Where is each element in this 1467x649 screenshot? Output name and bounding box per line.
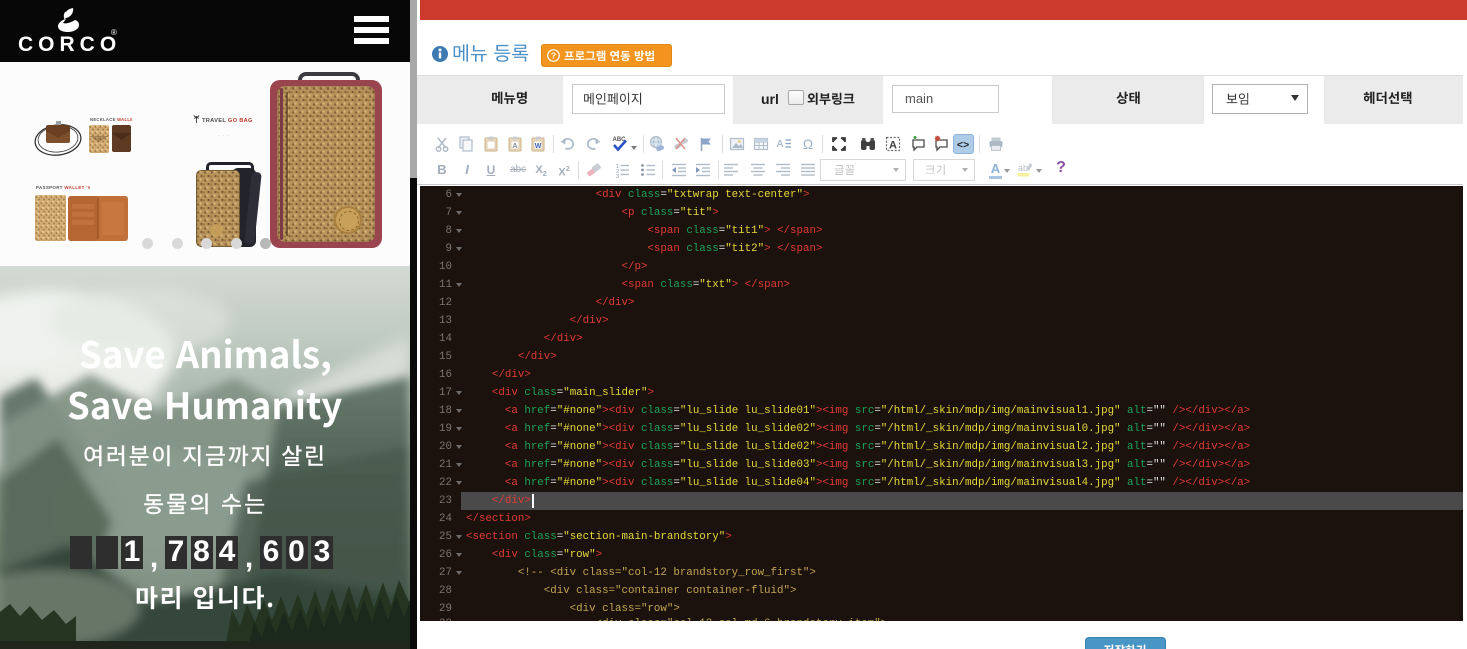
svg-text:<>: <> — [957, 140, 970, 152]
svg-text:A: A — [512, 141, 518, 150]
svg-text:PASSPORT WALLET 'V': PASSPORT WALLET 'V' — [36, 185, 90, 190]
svg-text:Ω: Ω — [803, 136, 813, 152]
svg-text:NECKLACE WALLET: NECKLACE WALLET — [90, 117, 132, 122]
svg-text:A: A — [889, 140, 897, 152]
svg-text:?: ? — [551, 50, 556, 60]
svg-text:W: W — [535, 143, 542, 150]
svg-text:- - -: - - - — [218, 133, 229, 137]
svg-text:3: 3 — [616, 174, 619, 179]
svg-text:A: A — [776, 139, 783, 150]
svg-text:ab: ab — [1018, 163, 1028, 173]
svg-text:TRAVEL GO BAG: TRAVEL GO BAG — [202, 118, 253, 124]
